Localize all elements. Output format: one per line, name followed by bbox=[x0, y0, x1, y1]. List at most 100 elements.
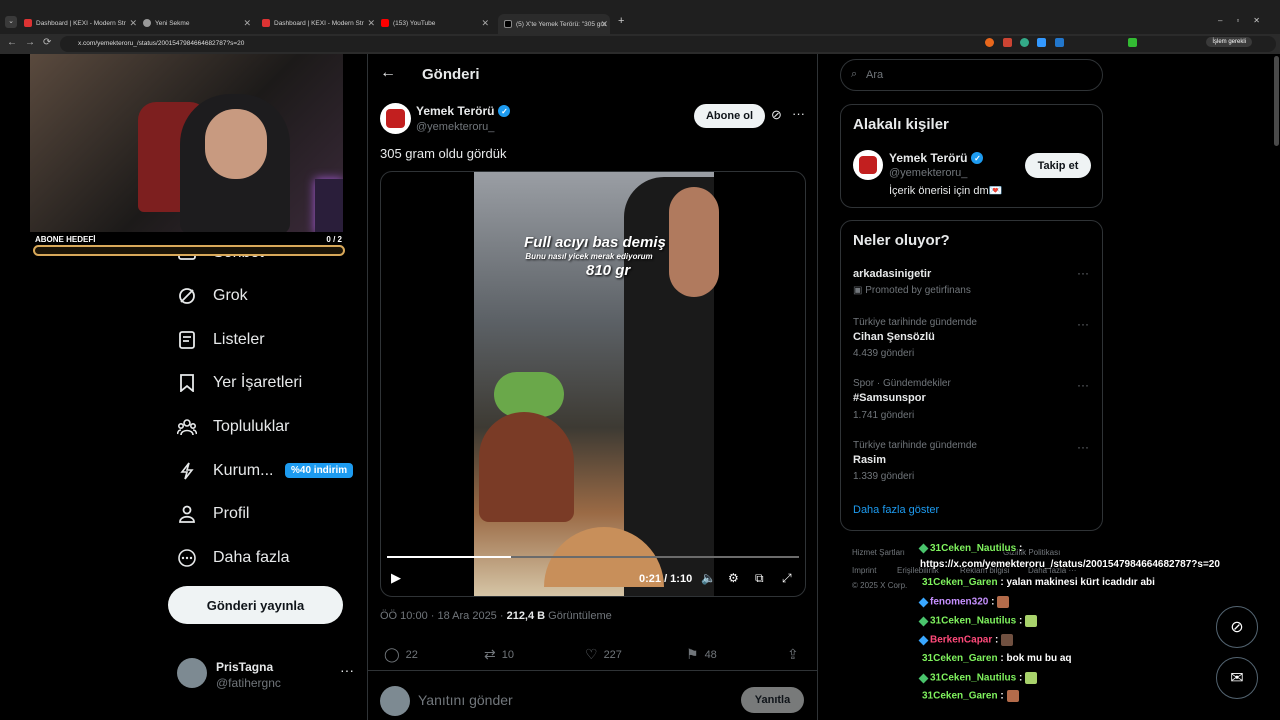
copyright: © 2025 X Corp. bbox=[852, 581, 908, 590]
page-title: Gönderi bbox=[422, 66, 480, 83]
nav-item-profil[interactable]: Profil bbox=[177, 499, 249, 529]
nav-label: Topluluklar bbox=[213, 418, 290, 435]
reload-icon[interactable]: ⟳ bbox=[43, 37, 51, 48]
author-handle[interactable]: @yemekteroru_ bbox=[416, 121, 494, 133]
nav-item-topluluklar[interactable]: Topluluklar bbox=[177, 412, 289, 442]
close-tab-icon[interactable]: ✕ bbox=[600, 19, 608, 30]
nav-item-daha-fazla[interactable]: Daha fazla bbox=[177, 543, 290, 573]
more-dots-icon[interactable]: ··· bbox=[340, 662, 354, 678]
trend-count: 1.741 gönderi bbox=[853, 410, 915, 421]
nav-item-yer-isaretleri[interactable]: Yer İşaretleri bbox=[177, 368, 302, 398]
volume-icon[interactable]: 🔈 bbox=[701, 571, 716, 585]
messages-fab-button[interactable]: ✉ bbox=[1216, 657, 1258, 699]
tab-youtube[interactable]: (153) YouTube ✕ bbox=[381, 14, 491, 32]
scrollbar[interactable] bbox=[1274, 56, 1279, 146]
nav-label: Daha fazla bbox=[213, 549, 290, 566]
show-more-link[interactable]: Daha fazla göster bbox=[853, 504, 939, 516]
reply-button[interactable]: Yanıtla bbox=[741, 687, 804, 713]
close-tab-icon[interactable]: ✕ bbox=[243, 18, 251, 29]
grok-icon bbox=[177, 286, 197, 306]
close-tab-icon[interactable]: ✕ bbox=[367, 18, 375, 29]
extension-icon[interactable] bbox=[1003, 38, 1012, 47]
related-avatar[interactable] bbox=[853, 150, 883, 180]
tab-dashboard-2[interactable]: Dashboard | KEXI - Modern Str ✕ bbox=[262, 14, 377, 32]
repost-action[interactable]: ⇄ 10 bbox=[484, 646, 514, 663]
extension-icon[interactable] bbox=[985, 38, 994, 47]
kexi-favicon-icon bbox=[24, 19, 32, 27]
reply-action[interactable]: ◯ 22 bbox=[384, 646, 418, 663]
play-icon[interactable]: ▶ bbox=[391, 570, 401, 586]
author-avatar[interactable] bbox=[380, 103, 411, 134]
tab-new[interactable]: Yeni Sekme ✕ bbox=[143, 14, 253, 32]
video-progress-bar[interactable] bbox=[387, 556, 799, 558]
back-arrow-icon[interactable]: ← bbox=[380, 64, 396, 82]
emote-icon bbox=[997, 596, 1010, 608]
search-input[interactable]: ⌕ Ara bbox=[840, 59, 1103, 91]
subscribe-button[interactable]: Abone ol bbox=[694, 104, 765, 128]
more-dots-icon[interactable]: ··· bbox=[1077, 440, 1089, 454]
trend-title[interactable]: arkadasinigetir bbox=[853, 268, 931, 280]
grok-fab-button[interactable]: ⊘ bbox=[1216, 606, 1258, 648]
trend-title[interactable]: Cihan Şensözlü bbox=[853, 331, 935, 343]
extension-icon[interactable] bbox=[1128, 38, 1137, 47]
related-name[interactable]: Yemek Terörü ✓ bbox=[889, 151, 984, 165]
new-tab-button[interactable]: + bbox=[618, 15, 624, 27]
author-name[interactable]: Yemek Terörü ✓ bbox=[416, 104, 511, 118]
close-tab-icon[interactable]: ✕ bbox=[481, 18, 489, 29]
share-icon: ⇪ bbox=[787, 646, 799, 662]
fullscreen-icon[interactable]: ⤢ bbox=[782, 571, 792, 586]
video-caption: Full acıyı bas demiş bbox=[524, 234, 666, 251]
tab-dashboard-1[interactable]: Dashboard | KEXI - Modern Str ✕ bbox=[24, 14, 139, 32]
reply-divider bbox=[367, 670, 818, 671]
tab-search-button[interactable]: ⌄ bbox=[5, 16, 17, 28]
doner-meat bbox=[479, 412, 574, 522]
account-handle: @fatihergnc bbox=[216, 676, 281, 690]
badge-icon bbox=[918, 543, 929, 554]
chat-message: 31Ceken_Garen : yalan makinesi kürt icad… bbox=[922, 577, 1155, 588]
more-dots-icon[interactable]: ··· bbox=[1077, 317, 1089, 331]
related-handle: @yemekteroru_ bbox=[889, 167, 968, 179]
pip-icon[interactable]: ⧉ bbox=[755, 571, 764, 586]
chat-message: 31Ceken_Nautilus : bbox=[918, 672, 1038, 684]
more-dots-icon[interactable]: ··· bbox=[1077, 378, 1089, 392]
lightning-icon bbox=[177, 461, 197, 481]
footer-link[interactable]: Imprint bbox=[852, 566, 876, 575]
emote-icon bbox=[1006, 690, 1019, 702]
nav-item-kurumsal[interactable]: Kurum... bbox=[177, 456, 273, 486]
address-bar-row: ← → ⟳ x.com/yemekteroru_/status/20015479… bbox=[0, 34, 1280, 54]
footer-link[interactable]: Hizmet Şartları bbox=[852, 548, 905, 557]
post-button[interactable]: Gönderi yayınla bbox=[168, 586, 343, 624]
trend-title[interactable]: #Samsunspor bbox=[853, 392, 926, 404]
emote-icon bbox=[1025, 615, 1038, 627]
close-tab-icon[interactable]: ✕ bbox=[129, 18, 137, 29]
share-action[interactable]: ⇪ bbox=[787, 646, 799, 663]
nav-item-grok[interactable]: Grok bbox=[177, 281, 248, 311]
more-dots-icon[interactable]: ··· bbox=[792, 106, 805, 121]
action-required-button[interactable]: İşlem gerekli bbox=[1206, 37, 1252, 47]
settings-gear-icon[interactable]: ⚙ bbox=[728, 571, 739, 585]
tab-x-post[interactable]: (5) X'te Yemek Terörü: "305 gra ✕ bbox=[498, 14, 610, 34]
extension-icon[interactable] bbox=[1055, 38, 1064, 47]
like-action[interactable]: ♡ 227 bbox=[585, 646, 622, 663]
nav-item-listeler[interactable]: Listeler bbox=[177, 325, 265, 355]
video-player[interactable]: Full acıyı bas demiş Bunu nasıl yicek me… bbox=[380, 171, 806, 597]
more-dots-icon[interactable]: ··· bbox=[1077, 266, 1089, 280]
tab-label: (153) YouTube bbox=[393, 19, 436, 27]
trend-title[interactable]: Rasim bbox=[853, 454, 886, 466]
bookmark-action[interactable]: ⚑ 48 bbox=[686, 646, 717, 663]
grok-icon[interactable]: ⊘ bbox=[771, 107, 782, 123]
reply-input[interactable]: Yanıtını gönder bbox=[418, 692, 513, 708]
chat-message: https://x.com/yemekteroru_/status/200154… bbox=[920, 559, 1220, 570]
back-arrow-icon[interactable]: ← bbox=[7, 37, 17, 48]
url-input[interactable]: x.com/yemekteroru_/status/20015479846646… bbox=[60, 36, 1276, 52]
person-icon bbox=[177, 504, 197, 524]
badge-icon bbox=[918, 616, 929, 626]
video-time: 0:21 / 1:10 bbox=[639, 573, 693, 585]
trend-count: 4.439 gönderi bbox=[853, 348, 915, 359]
webcam-overlay bbox=[30, 54, 343, 232]
extension-icon[interactable] bbox=[1037, 38, 1046, 47]
forward-arrow-icon[interactable]: → bbox=[25, 37, 35, 48]
extension-icon[interactable] bbox=[1020, 38, 1029, 47]
follow-button[interactable]: Takip et bbox=[1025, 153, 1091, 178]
window-controls[interactable]: –▫✕ bbox=[1218, 16, 1274, 25]
